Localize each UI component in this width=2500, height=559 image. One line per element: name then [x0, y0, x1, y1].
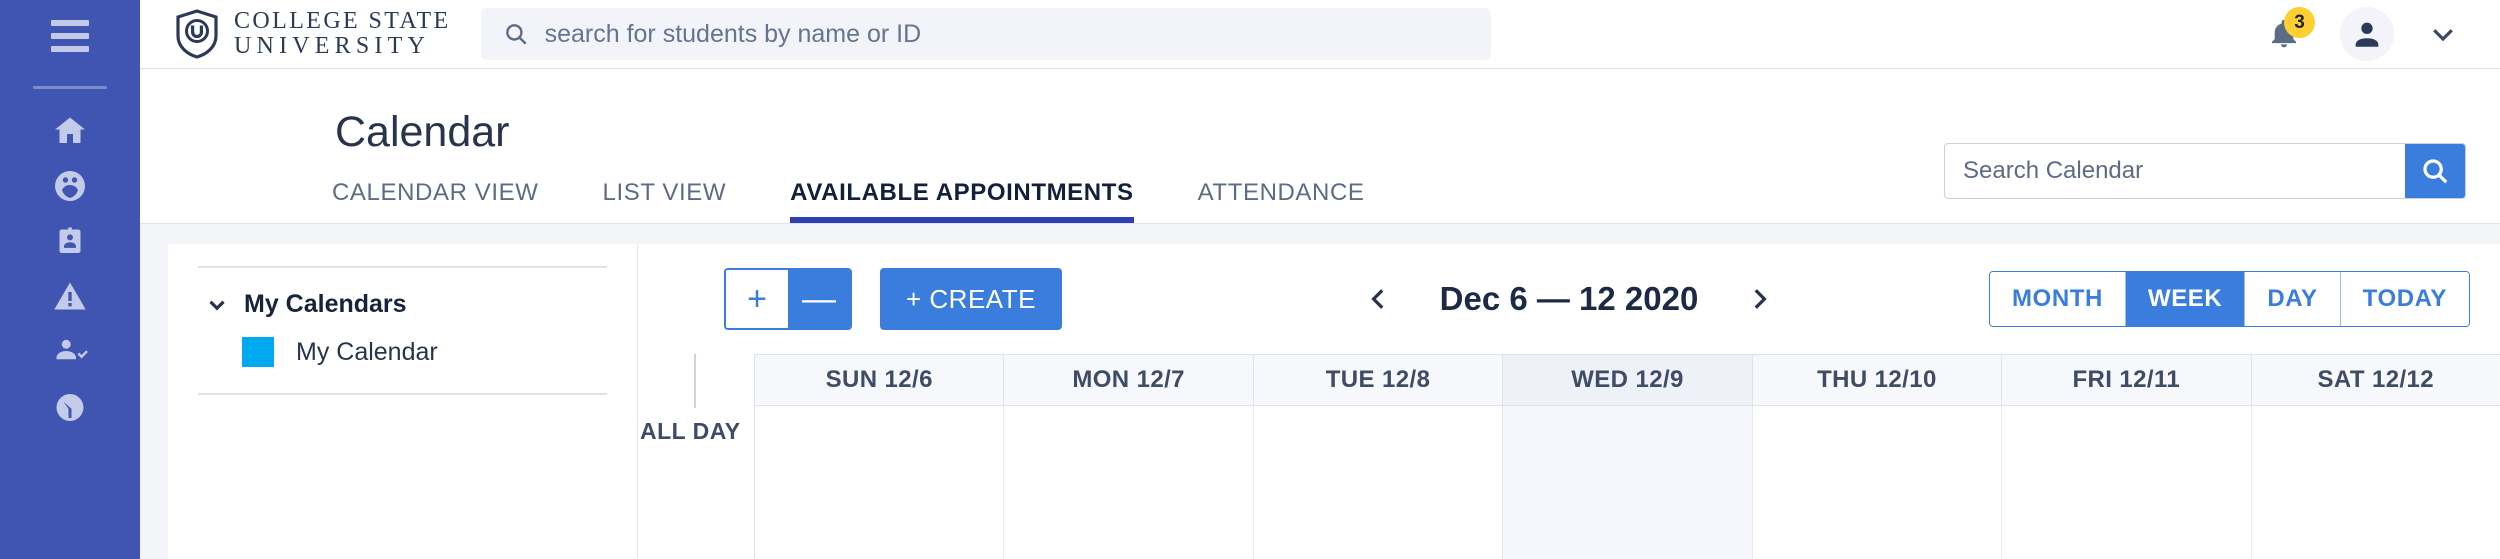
sidebar-divider — [33, 86, 107, 89]
search-icon — [505, 24, 527, 45]
calendar-toolbar: + — + CREATE Dec 6 — 12 2020 MONTH WEEK … — [638, 244, 2500, 354]
brand-line-1: COLLEGE STATE — [234, 8, 451, 34]
chevron-down-icon — [2433, 29, 2453, 42]
calendar-grid: SUN 12/6 MON 12/7 TUE 12/8 WED 12/9 THU … — [754, 354, 2500, 559]
sidebar-item-students[interactable] — [0, 158, 140, 213]
day-header-tue[interactable]: TUE 12/8 — [1254, 355, 1504, 405]
all-day-label: ALL DAY — [640, 418, 741, 444]
calendars-panel: My Calendars My Calendar — [168, 244, 638, 559]
brand-line-2: UNIVERSITY — [234, 33, 430, 59]
avatar[interactable] — [2340, 7, 2394, 61]
id-badge-icon — [59, 227, 81, 253]
sidebar-item-home[interactable] — [0, 103, 140, 158]
view-today-button[interactable]: TODAY — [2340, 272, 2469, 326]
day-header-row: SUN 12/6 MON 12/7 TUE 12/8 WED 12/9 THU … — [755, 354, 2500, 406]
day-header-mon[interactable]: MON 12/7 — [1004, 355, 1254, 405]
calendar-item-label: My Calendar — [296, 337, 438, 366]
next-week-button[interactable] — [1742, 279, 1776, 319]
all-day-cell-sat[interactable] — [2252, 406, 2500, 559]
view-month-button[interactable]: MONTH — [1989, 272, 2126, 326]
calendar-search-input[interactable] — [1945, 144, 2405, 198]
date-range-label: Dec 6 — 12 2020 — [1439, 280, 1699, 317]
zoom-segmented-control: + — — [724, 268, 852, 330]
app-root: COLLEGE STATE UNIVERSITY 3 — [0, 0, 2500, 559]
day-header-wed[interactable]: WED 12/9 — [1503, 355, 1753, 405]
day-header-sat[interactable]: SAT 12/12 — [2252, 355, 2500, 405]
create-button[interactable]: + CREATE — [880, 268, 1062, 330]
zoom-in-button[interactable]: + — [726, 270, 788, 328]
brand-logo[interactable]: COLLEGE STATE UNIVERSITY — [174, 9, 451, 59]
group-icon — [55, 170, 85, 201]
calendars-panel-inner: My Calendars My Calendar — [168, 244, 637, 395]
sidebar-item-alerts[interactable] — [0, 268, 140, 323]
chevron-down-icon — [209, 300, 225, 311]
view-toggle-group: MONTH WEEK DAY TODAY — [1988, 271, 2470, 327]
all-day-cell-tue[interactable] — [1254, 406, 1504, 559]
all-day-cell-mon[interactable] — [1004, 406, 1254, 559]
my-calendars-group[interactable]: My Calendars — [198, 268, 607, 319]
global-search[interactable] — [480, 8, 1491, 60]
my-calendars-label: My Calendars — [244, 290, 407, 318]
top-bar: COLLEGE STATE UNIVERSITY 3 — [140, 0, 2500, 69]
calendar-search-button[interactable] — [2405, 144, 2465, 198]
chevron-left-icon — [1370, 289, 1384, 309]
sidebar — [0, 0, 140, 559]
all-day-row — [755, 406, 2500, 559]
chevron-right-icon — [1754, 289, 1768, 309]
calendar-grid-wrap: ALL DAY SUN 12/6 MON 12/7 TUE 12/8 WED 1… — [638, 354, 2500, 559]
shield-u-icon — [176, 9, 218, 59]
main-region: COLLEGE STATE UNIVERSITY 3 — [140, 0, 2500, 559]
zoom-out-button[interactable]: — — [788, 270, 850, 328]
day-header-sun[interactable]: SUN 12/6 — [755, 355, 1005, 405]
view-day-button[interactable]: DAY — [2245, 272, 2341, 326]
hamburger-bar — [51, 20, 89, 26]
page-body: My Calendars My Calendar + — + CREATE De… — [140, 224, 2500, 559]
all-day-cell-wed[interactable] — [1503, 406, 1753, 559]
all-day-cell-thu[interactable] — [1753, 406, 2003, 559]
panel-divider-bottom — [198, 393, 607, 395]
notification-badge: 3 — [2284, 7, 2315, 38]
calendar-gutter: ALL DAY — [638, 354, 754, 559]
tab-attendance[interactable]: ATTENDANCE — [1198, 179, 1365, 223]
prev-week-button[interactable] — [1362, 279, 1396, 319]
notifications-button[interactable]: 3 — [2262, 7, 2315, 56]
hamburger-bar — [51, 33, 89, 39]
sidebar-item-appointments[interactable] — [0, 323, 140, 378]
calendar-panel: + — + CREATE Dec 6 — 12 2020 MONTH WEEK … — [638, 244, 2500, 559]
brand-wordmark: COLLEGE STATE UNIVERSITY — [234, 9, 451, 59]
sidebar-nav-list — [0, 103, 140, 433]
view-week-button[interactable]: WEEK — [2125, 272, 2246, 326]
tab-calendar-view[interactable]: CALENDAR VIEW — [332, 179, 539, 223]
user-avatar-icon — [2355, 22, 2379, 47]
top-bar-actions: 3 — [2262, 7, 2464, 61]
day-header-thu[interactable]: THU 12/10 — [1753, 355, 2003, 405]
calendar-search[interactable] — [1944, 143, 2466, 199]
tab-available-appointments[interactable]: AVAILABLE APPOINTMENTS — [790, 179, 1135, 223]
calendar-color-swatch — [242, 337, 274, 367]
gauge-icon — [56, 393, 84, 421]
search-icon — [2423, 159, 2448, 184]
hamburger-icon[interactable] — [48, 14, 92, 58]
page-header: Calendar CALENDAR VIEW LIST VIEW AVAILAB… — [140, 69, 2500, 224]
home-icon — [55, 117, 85, 143]
tab-list-view[interactable]: LIST VIEW — [603, 179, 727, 223]
sidebar-item-reports[interactable] — [0, 378, 140, 433]
all-day-cell-sun[interactable] — [755, 406, 1005, 559]
calendar-item-my-calendar[interactable]: My Calendar — [198, 319, 607, 367]
warning-triangle-icon — [54, 282, 86, 309]
person-check-icon — [56, 339, 88, 359]
hamburger-bar — [51, 46, 89, 52]
gutter-line — [694, 354, 696, 408]
all-day-cell-fri[interactable] — [2002, 406, 2252, 559]
account-menu-button[interactable] — [2428, 19, 2458, 49]
search-input[interactable] — [544, 19, 1469, 49]
sidebar-item-staff[interactable] — [0, 213, 140, 268]
day-header-fri[interactable]: FRI 12/11 — [2002, 355, 2252, 405]
